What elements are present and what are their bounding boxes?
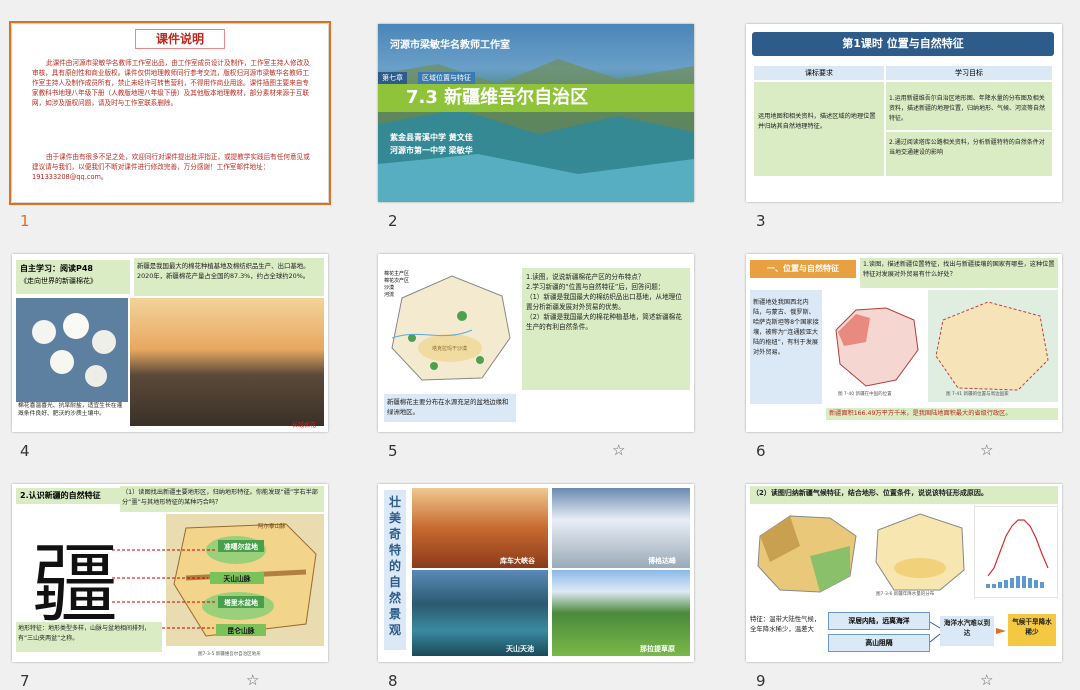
star-icon[interactable]: ☆ (980, 671, 993, 689)
photo-label-tianchi: 天山天池 (506, 645, 534, 653)
position-question: 1.读图，描述新疆位置特征，找出与新疆接壤的国家有哪些，这种位置特征对发展对外贸… (860, 258, 1058, 288)
reason-mountains: 高山阻隔 (828, 634, 930, 652)
flow-arrows (929, 621, 1006, 643)
answer-box: 新疆棉花主要分布在水源充足的盆地边缘和绿洲地区。 (384, 394, 516, 422)
photo-label-bogda: 博格达峰 (648, 557, 676, 565)
terrain-caption: 图7-3-5 新疆维吾尔自治区地形 (198, 652, 261, 657)
cotton-caption: 棉花喜温喜光、抗旱耐盐，适宜生长在灌溉条件良好、肥沃的沙质土壤中。 (18, 402, 126, 418)
label-altai: 阿尔泰山脉 (258, 524, 286, 530)
border-countries-map (928, 290, 1058, 402)
section-label: 区域位置与特征 (418, 72, 475, 84)
chapter-label: 第七章 (378, 72, 407, 84)
section-heading: 2.认识新疆的自然特征 (16, 488, 120, 504)
reading-title: 《走向世界的新疆棉花》 (20, 277, 97, 285)
china-climate-map (750, 506, 864, 598)
precipitation-caption: 图7-3-6 新疆年降水量的分布 (876, 592, 935, 597)
slide-thumbnail-9[interactable]: （2）读图归纳新疆气候特征，结合地形、位置条件，说说该特征形成原因。 图7-3-… (746, 484, 1062, 662)
map-caption-2: 图 7-41 新疆的位置与周边国家 (946, 392, 1009, 397)
legend-item: 棉花次产区 (384, 278, 410, 284)
jiang-character: 疆 (32, 535, 118, 635)
map-caption-1: 图 7-40 新疆在中国的位置 (838, 392, 892, 397)
slide-number: 8 (388, 672, 398, 690)
slide-number: 7 (20, 672, 30, 690)
label-junggar: 准噶尔盆地 (218, 540, 264, 552)
slide-title: 课件说明 (135, 29, 225, 49)
slide-number: 6 (756, 442, 766, 460)
china-location-map (826, 290, 926, 402)
label-tarim: 塔里木盆地 (218, 596, 264, 608)
slide-thumbnail-7[interactable]: 2.认识新疆的自然特征 （1）读图找出新疆主要地形区，归纳地形特征。你能发现“疆… (12, 484, 328, 662)
slide-thumbnail-4[interactable]: 自主学习：阅读P48 《走向世界的新疆棉花》 新疆是我国最大的棉花种植基地及棉纺… (12, 254, 328, 432)
lesson-header: 第1课时 位置与自然特征 (752, 32, 1054, 56)
slide-thumbnail-1[interactable]: 课件说明 此课件由河源市梁敏华名教师工作室出品，由工作室成员设计及制作，工作室主… (9, 21, 331, 205)
cotton-tag: 长绒棉花 (292, 422, 317, 429)
star-icon[interactable]: ☆ (980, 441, 993, 459)
legend-item: 河流 (384, 292, 395, 298)
self-study-label: 自主学习：阅读P48 (20, 264, 93, 273)
star-icon[interactable]: ☆ (246, 671, 259, 689)
slide-thumbnail-8[interactable]: 壮美奇特的自然景观 库车大峡谷 博格达峰 天山天池 那拉提草原 (378, 484, 694, 662)
slide-thumbnail-2[interactable]: 河源市梁敏华名教师工作室 第七章 区域位置与特征 7.3 新疆维吾尔自治区 紫金… (378, 24, 694, 202)
terrain-question: （1）读图找出新疆主要地形区，归纳地形特征。你能发现“疆”字右半部分“畺”与其地… (120, 486, 324, 512)
pointer-arrows (112, 549, 216, 629)
map-legend: 棉花主产区 棉花次产区 沙漠 河流 (384, 270, 424, 298)
area-note: 新疆面积166.49万平方千米，是我国陆地面积最大的省级行政区。 (826, 408, 1058, 420)
slide-thumbnail-6[interactable]: 一、位置与自然特征 1.读图，描述新疆位置特征，找出与新疆接壤的国家有哪些，这种… (746, 254, 1062, 432)
precipitation-map (870, 506, 970, 598)
slide-body: 此课件由河源市梁敏华名教师工作室出品，由工作室成员设计及制作，工作室主持人修改及… (32, 59, 310, 107)
climate-question: （2）读图归纳新疆气候特征，结合地形、位置条件，说说该特征形成原因。 (750, 486, 1058, 504)
slide-number: 4 (20, 442, 30, 460)
slide-number: 1 (20, 212, 30, 230)
goal-2: 2.通过阅读塔库公路相关资料，分析新疆特特的自然条件对当地交通建设的影响 (886, 132, 1052, 176)
terrain-feature: 地形特征：地形类型多样，山脉与盆地相间排列，有“三山夹两盆”之称。 (16, 622, 162, 652)
author-1: 紫金县青溪中学 黄文佳 (390, 133, 473, 142)
slide-thumbnail-5[interactable]: 塔克拉玛干沙漠 棉花主产区 棉花次产区 沙漠 河流 1.读图，说说新疆棉花产区的… (378, 254, 694, 432)
slide-number: 5 (388, 442, 398, 460)
author-2: 河源市第一中学 梁敏华 (390, 146, 473, 155)
col-header-goals: 学习目标 (886, 66, 1052, 80)
slide-body-2: 由于课件由有很多不足之处，欢迎同行对课件提出批评指正，或提教学实践后有任何意见或… (32, 153, 310, 181)
position-description: 新疆地处我国西北内陆，与蒙古、俄罗斯、哈萨克斯坦等8个国家接壤，被称为“连通欧亚… (750, 290, 822, 404)
slide-number: 3 (756, 212, 766, 230)
climate-trait: 特征：温带大陆性气候，全年降水稀少，温差大 (750, 615, 821, 633)
cotton-text: 新疆是我国最大的棉花种植基地及棉纺织品生产、出口基地。2020年，新疆棉花产量占… (134, 258, 324, 296)
slide-number: 2 (388, 212, 398, 230)
star-icon[interactable]: ☆ (612, 441, 625, 459)
legend-item: 沙漠 (384, 285, 395, 291)
studio-name: 河源市梁敏华名教师工作室 (390, 40, 510, 51)
legend-item: 棉花主产区 (384, 271, 410, 277)
photo-label-kuqa: 库车大峡谷 (500, 557, 535, 565)
photo-label-nalati: 那拉提草原 (640, 645, 675, 653)
result-dry: 气候干旱降水稀少 (1008, 614, 1056, 646)
cotton-field-photo (130, 298, 324, 426)
label-kunlun: 昆仑山脉 (216, 624, 266, 636)
question-box: 1.读图，说说新疆棉花产区的分布特点？ 2.学习新疆的“位置与自然特征”后，回答… (522, 268, 690, 390)
reason-inland: 深居内陆，远离海洋 (828, 612, 930, 630)
vertical-title: 壮美奇特的自然景观 (384, 490, 406, 650)
slide-thumbnail-3[interactable]: 第1课时 位置与自然特征 课标要求 学习目标 运用地图和相关资料，描述区域的地理… (746, 24, 1062, 202)
goal-1: 1.运用新疆维吾尔自治区地形图、年降水量的分布图及相关资料，描述新疆的地理位置，… (886, 82, 1052, 130)
question-2: 2.学习新疆的“位置与自然特征”后，回答问题： (526, 283, 665, 291)
question-3: （1）新疆是我国最大的棉纺织品出口基地，从地理位置分析新疆发展对外贸易的优势。 (526, 293, 682, 311)
cotton-photo (16, 298, 128, 402)
col-header-standard: 课标要求 (754, 66, 884, 80)
slide-number: 9 (756, 672, 766, 690)
map-desert-label: 塔克拉玛干沙漠 (432, 346, 468, 352)
question-4: （2）新疆是我国最大的棉花种植基地，简述新疆棉花生产的有利自然条件。 (526, 313, 682, 331)
climate-chart (974, 506, 1058, 598)
standard-text: 运用地图和相关资料，描述区域的地理位置并归纳其自然地理特征。 (754, 82, 884, 176)
self-study-box: 自主学习：阅读P48 《走向世界的新疆棉花》 (16, 260, 130, 294)
section-badge: 一、位置与自然特征 (750, 260, 856, 278)
lesson-title: 7.3 新疆维吾尔自治区 (378, 84, 694, 112)
question-1: 1.读图，说说新疆棉花产区的分布特点？ (526, 273, 645, 281)
